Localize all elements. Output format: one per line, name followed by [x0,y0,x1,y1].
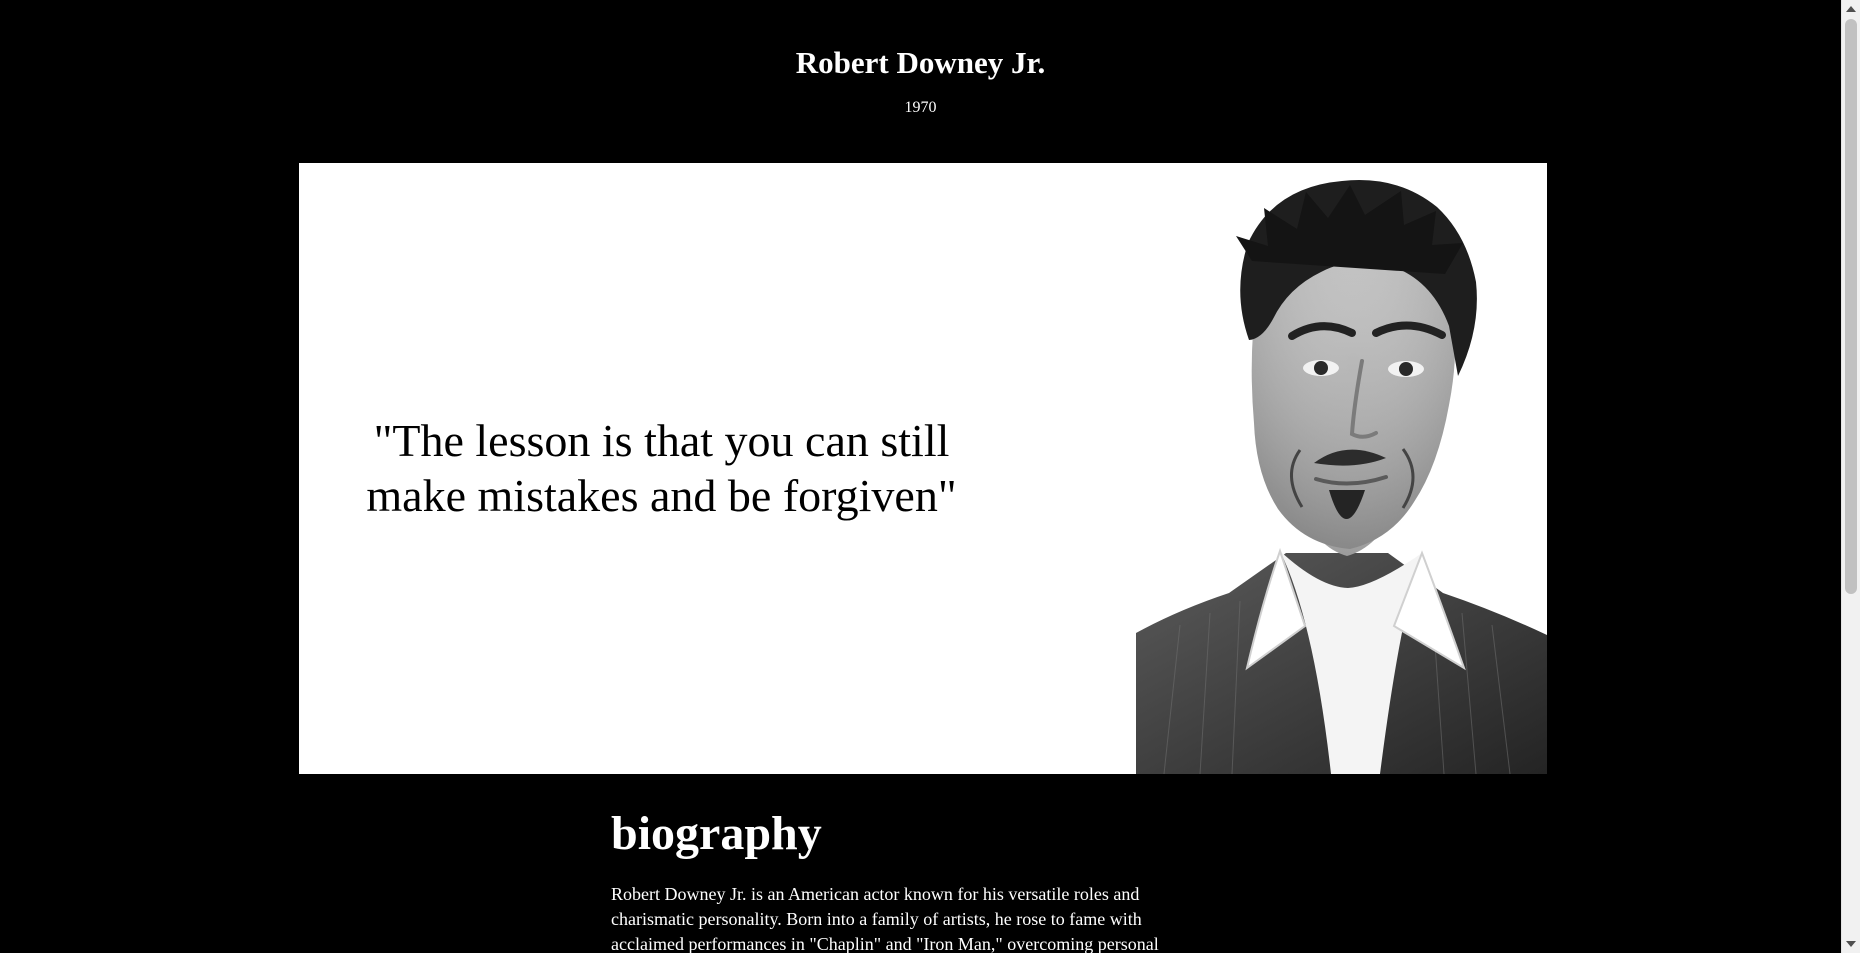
birth-year: 1970 [904,99,937,116]
page-viewport: Robert Downey Jr. 1970 "The lesson is th… [0,0,1841,953]
biography-section: biography Robert Downey Jr. is an Americ… [611,806,1231,953]
hero-quote: "The lesson is that you can still make m… [366,415,957,521]
scrollbar-thumb[interactable] [1845,19,1857,594]
vertical-scrollbar[interactable] [1841,0,1860,953]
hero-section: "The lesson is that you can still make m… [299,163,1547,774]
biography-heading: biography [611,807,822,860]
scroll-down-icon[interactable] [1846,941,1856,947]
biography-text: Robert Downey Jr. is an American actor k… [611,884,1159,953]
portrait-photo [1136,163,1547,774]
site-header: Robert Downey Jr. 1970 [0,0,1841,118]
scroll-up-icon[interactable] [1846,6,1856,12]
page-title: Robert Downey Jr. [795,45,1046,80]
